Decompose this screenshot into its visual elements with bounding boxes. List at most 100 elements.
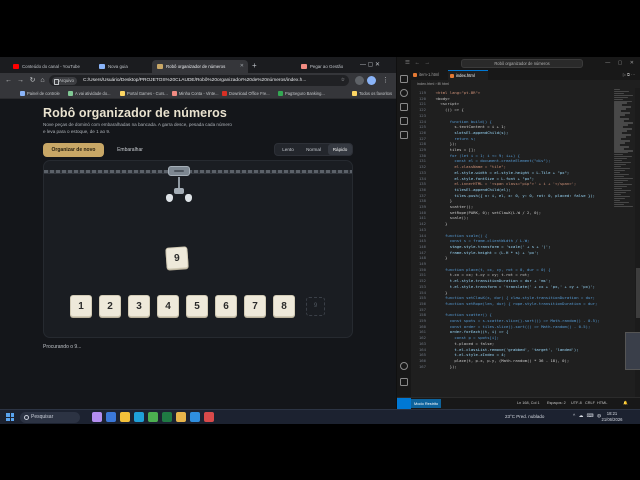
bookmark-item[interactable]: A vai atividade do...	[68, 89, 111, 98]
browser-tab-gestao[interactable]: Pegar ao Gestão	[296, 60, 354, 73]
browser-menu-icon[interactable]: ⋮	[380, 75, 391, 86]
notifications-icon[interactable]: 🔔	[623, 398, 628, 409]
sorted-tile: 7	[244, 295, 266, 317]
browser-toolbar: ← → ↻ ⌂ Arquivo C:/Users/Usuário/Desktop…	[0, 73, 396, 88]
line-ending[interactable]: CRLF	[585, 398, 595, 409]
vscode-icon[interactable]	[190, 412, 200, 422]
command-center-search[interactable]: Robô organizador de números	[461, 59, 583, 68]
editor-tab-active[interactable]: index.html	[448, 70, 488, 80]
widgets-icon[interactable]	[106, 412, 116, 422]
vscode-window: ☰ ← → Robô organizador de números — ▢ ✕ …	[396, 57, 640, 409]
source-control-icon[interactable]	[400, 103, 408, 111]
browser-tab-robot[interactable]: Robô organizador de números ✕	[152, 60, 248, 73]
terminal-icon[interactable]	[204, 412, 214, 422]
editor-actions-icon[interactable]: ▷ ⧉ ⋯	[623, 70, 635, 80]
settings-gear-icon[interactable]	[400, 378, 408, 386]
code-text: el.innerHTML = '<span class="pip">' + i …	[431, 181, 577, 187]
notes-icon[interactable]	[176, 412, 186, 422]
weather-widget[interactable]: 23°C Pred. nublado	[505, 410, 544, 424]
code-text: t.el.style.transitionDuration = dur + 'm…	[431, 278, 551, 284]
bookmark-favicon	[172, 91, 177, 96]
minimap-line	[614, 94, 633, 96]
minimap-line	[614, 201, 629, 204]
speed-option-slow[interactable]: Lento	[277, 144, 299, 155]
code-editor[interactable]: 119 <html lang="pt-BR"> 120 <body> 121 <sc…	[411, 88, 640, 397]
windows-taskbar: Pesquisar 23°C Pred. nublado ^ ☁ ⌨ ◍ 18:…	[0, 409, 640, 424]
claw-right-finger	[185, 194, 192, 202]
remote-icon[interactable]	[397, 398, 411, 409]
speed-option-fast[interactable]: Rápido	[328, 144, 352, 155]
shuffle-button[interactable]: Embaralhar	[106, 143, 154, 157]
extension-icon[interactable]	[355, 76, 364, 85]
code-text: function build() {	[431, 118, 492, 124]
windows-start-icon[interactable]	[6, 413, 14, 421]
clock[interactable]: 18:21 21/06/2026	[597, 411, 627, 423]
bookmark-item[interactable]: Painel de controle	[20, 89, 60, 98]
home-icon[interactable]: ⌂	[37, 75, 48, 86]
tab-label: Conteúdo do canal - YouTube	[22, 64, 80, 69]
code-text: function scatter() {	[431, 312, 492, 318]
bookmark-star-icon[interactable]: ☆	[341, 75, 345, 86]
explorer-icon[interactable]	[120, 412, 130, 422]
bookmark-favicon	[278, 91, 283, 96]
bookmark-item[interactable]: Portal Games - Curs...	[120, 89, 168, 98]
cursor-position[interactable]: Ln 168, Col 1	[517, 398, 540, 409]
code-text: <body>	[431, 95, 450, 101]
bookmark-label: Minha Conta - Vinte...	[179, 91, 219, 96]
search-icon[interactable]	[400, 89, 408, 97]
bookmark-label: Download Office Fre...	[229, 91, 270, 96]
speed-option-normal[interactable]: Normal	[300, 144, 327, 155]
minimap[interactable]	[614, 88, 634, 288]
line-number: 167	[418, 363, 426, 369]
bookmark-item[interactable]: Todos os favoritos	[352, 89, 392, 98]
bookmark-item[interactable]: PagSeguro Banking...	[278, 89, 325, 98]
file-chip[interactable]: Arquivo	[52, 76, 77, 85]
edge-icon[interactable]	[134, 412, 144, 422]
minimap-line	[614, 88, 620, 90]
new-tab-button[interactable]: +	[252, 61, 257, 71]
taskbar-search[interactable]: Pesquisar	[20, 412, 80, 423]
forward-icon[interactable]: →	[15, 75, 26, 86]
minimap-line	[614, 203, 624, 206]
language-mode[interactable]: HTML	[597, 398, 607, 409]
minimap-line	[614, 199, 620, 202]
copilot-icon[interactable]	[92, 412, 102, 422]
profile-avatar[interactable]	[367, 76, 376, 85]
bookmark-label: Portal Games - Curs...	[127, 91, 168, 96]
browser-window-controls[interactable]: — ▢ ✕	[360, 59, 380, 71]
editor-tab[interactable]: item-1.html	[411, 70, 447, 80]
browser-window: Conteúdo do canal - YouTube Nova guia Ro…	[0, 57, 396, 409]
bookmark-item[interactable]: Download Office Fre...	[222, 89, 270, 98]
minimap-line	[614, 205, 633, 208]
code-line[interactable]: 167 });	[411, 364, 640, 370]
clock-date: 21/06/2026	[601, 417, 623, 422]
activity-bar	[397, 70, 411, 397]
vscode-menu-icons[interactable]: ☰ ← →	[405, 59, 432, 68]
speed-selector: Lento Normal Rápido	[274, 143, 353, 156]
account-icon[interactable]	[400, 362, 408, 370]
vscode-window-controls[interactable]: — ▢ ✕	[605, 59, 637, 68]
extensions-icon[interactable]	[400, 131, 408, 139]
code-text: const spots = s.scatter.slice().sort(() …	[431, 318, 600, 323]
back-icon[interactable]: ←	[3, 75, 14, 86]
tab-label: Robô organizador de números	[166, 64, 226, 69]
code-text: }	[431, 198, 453, 204]
explorer-icon[interactable]	[400, 75, 408, 83]
close-tab-icon[interactable]: ✕	[240, 60, 244, 73]
run-debug-icon[interactable]	[400, 117, 408, 125]
excel-icon[interactable]	[162, 412, 172, 422]
empty-slot: 9	[306, 297, 325, 316]
browser-tab-youtube[interactable]: Conteúdo do canal - YouTube	[8, 60, 92, 73]
address-bar[interactable]: Arquivo C:/Users/Usuário/Desktop/PROJETO…	[49, 75, 349, 86]
robot-stage: 9 1 2 3 4 5 6 7 8 9	[43, 160, 353, 338]
chrome-icon[interactable]	[148, 412, 158, 422]
restricted-mode-badge[interactable]: Modo Restrito	[411, 399, 442, 408]
organize-again-button[interactable]: Organizar de novo	[43, 143, 104, 157]
encoding[interactable]: UTF-8	[571, 398, 582, 409]
html-file-icon	[413, 73, 417, 77]
bookmark-item[interactable]: Minha Conta - Vinte...	[172, 89, 219, 98]
claw-carriage	[168, 166, 190, 176]
browser-tab-new[interactable]: Nova guia	[94, 60, 150, 73]
minimap-line	[614, 193, 621, 196]
indentation[interactable]: Espaços: 2	[547, 398, 566, 409]
